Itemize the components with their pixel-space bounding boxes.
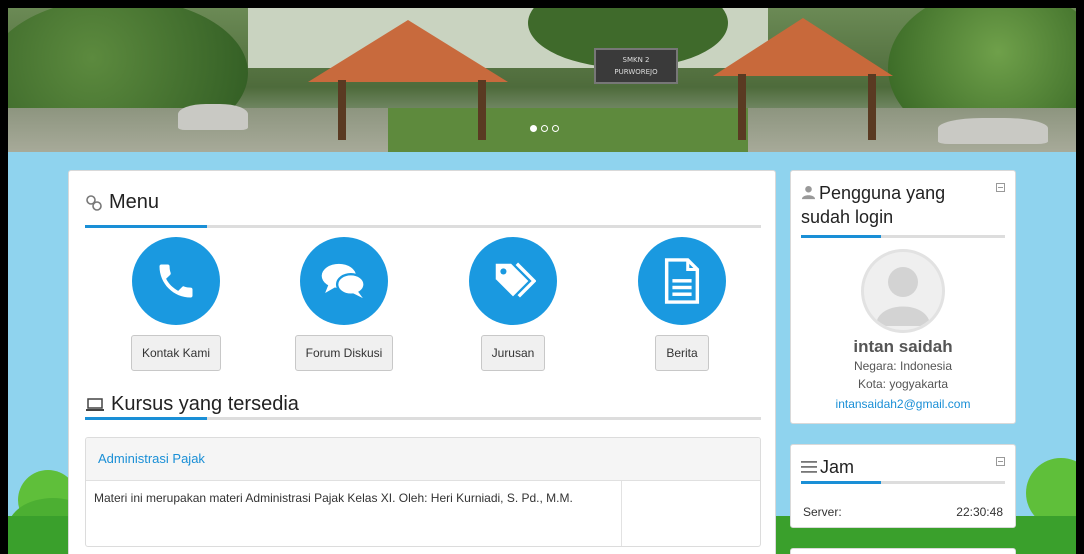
course-description: Materi ini merupakan materi Administrasi… [94, 491, 573, 505]
phone-icon[interactable] [132, 237, 220, 325]
avatar[interactable] [861, 249, 945, 333]
carousel-dot[interactable] [552, 125, 559, 132]
berita-button[interactable]: Berita [655, 335, 709, 371]
forum-diskusi-button[interactable]: Forum Diskusi [294, 335, 394, 371]
courses-title: Kursus yang tersedia [111, 393, 299, 415]
logged-in-users-block: Pengguna yang sudah login intan saidah N… [790, 170, 1016, 424]
user-name[interactable]: intan saidah [791, 337, 1015, 357]
gazebo-roof-right [713, 18, 893, 76]
next-sidebar-block [790, 548, 1016, 554]
server-label: Server: [803, 505, 842, 519]
page-frame: SMKN 2 PURWOREJO Menu Kontak Kami Forum … [8, 8, 1076, 554]
carousel-dot[interactable] [530, 125, 537, 132]
link-icon [86, 194, 102, 211]
menu-lines-icon [801, 461, 817, 473]
jurusan-button[interactable]: Jurusan [480, 335, 546, 371]
server-time: 22:30:48 [956, 505, 1003, 519]
logged-in-title: Pengguna yang sudah login [801, 183, 946, 227]
document-icon[interactable] [638, 237, 726, 325]
course-title-link[interactable]: Administrasi Pajak [86, 438, 760, 481]
laptop-icon [86, 397, 104, 411]
menu-item-jurusan: Jurusan [438, 237, 588, 371]
tags-icon[interactable] [469, 237, 557, 325]
school-sign: SMKN 2 PURWOREJO [594, 48, 678, 84]
logged-in-divider [801, 235, 1005, 238]
menu-item-forum: Forum Diskusi [269, 237, 419, 371]
course-card: Administrasi Pajak Materi ini merupakan … [85, 437, 761, 547]
menu-item-berita: Berita [607, 237, 757, 371]
clock-block: Jam Server: 22:30:48 [790, 444, 1016, 528]
minimize-icon[interactable] [996, 183, 1005, 192]
user-email[interactable]: intansaidah2@gmail.com [791, 393, 1015, 415]
menu-item-kontak: Kontak Kami [101, 237, 251, 371]
courses-heading: Kursus yang tersedia [85, 393, 299, 416]
carousel-dot[interactable] [541, 125, 548, 132]
courses-divider [85, 417, 761, 420]
clock-divider [801, 481, 1005, 484]
gazebo-roof-left [308, 20, 508, 82]
chat-icon[interactable] [300, 237, 388, 325]
user-icon [801, 185, 816, 200]
user-city: Kota: yogyakarta [857, 377, 949, 391]
server-time-row: Server: 22:30:48 [803, 505, 1003, 519]
menu-divider [85, 225, 761, 228]
menu-heading: Menu [85, 191, 159, 214]
header-banner-image: SMKN 2 PURWOREJO [8, 8, 1076, 152]
clock-title: Jam [801, 455, 981, 479]
user-country: Negara: Indonesia [853, 359, 953, 373]
kontak-kami-button[interactable]: Kontak Kami [130, 335, 222, 371]
main-content-card: Menu Kontak Kami Forum Diskusi Jurusan B… [68, 170, 776, 554]
minimize-icon[interactable] [996, 457, 1005, 466]
menu-title: Menu [109, 191, 160, 213]
carousel-indicators[interactable] [530, 125, 559, 132]
